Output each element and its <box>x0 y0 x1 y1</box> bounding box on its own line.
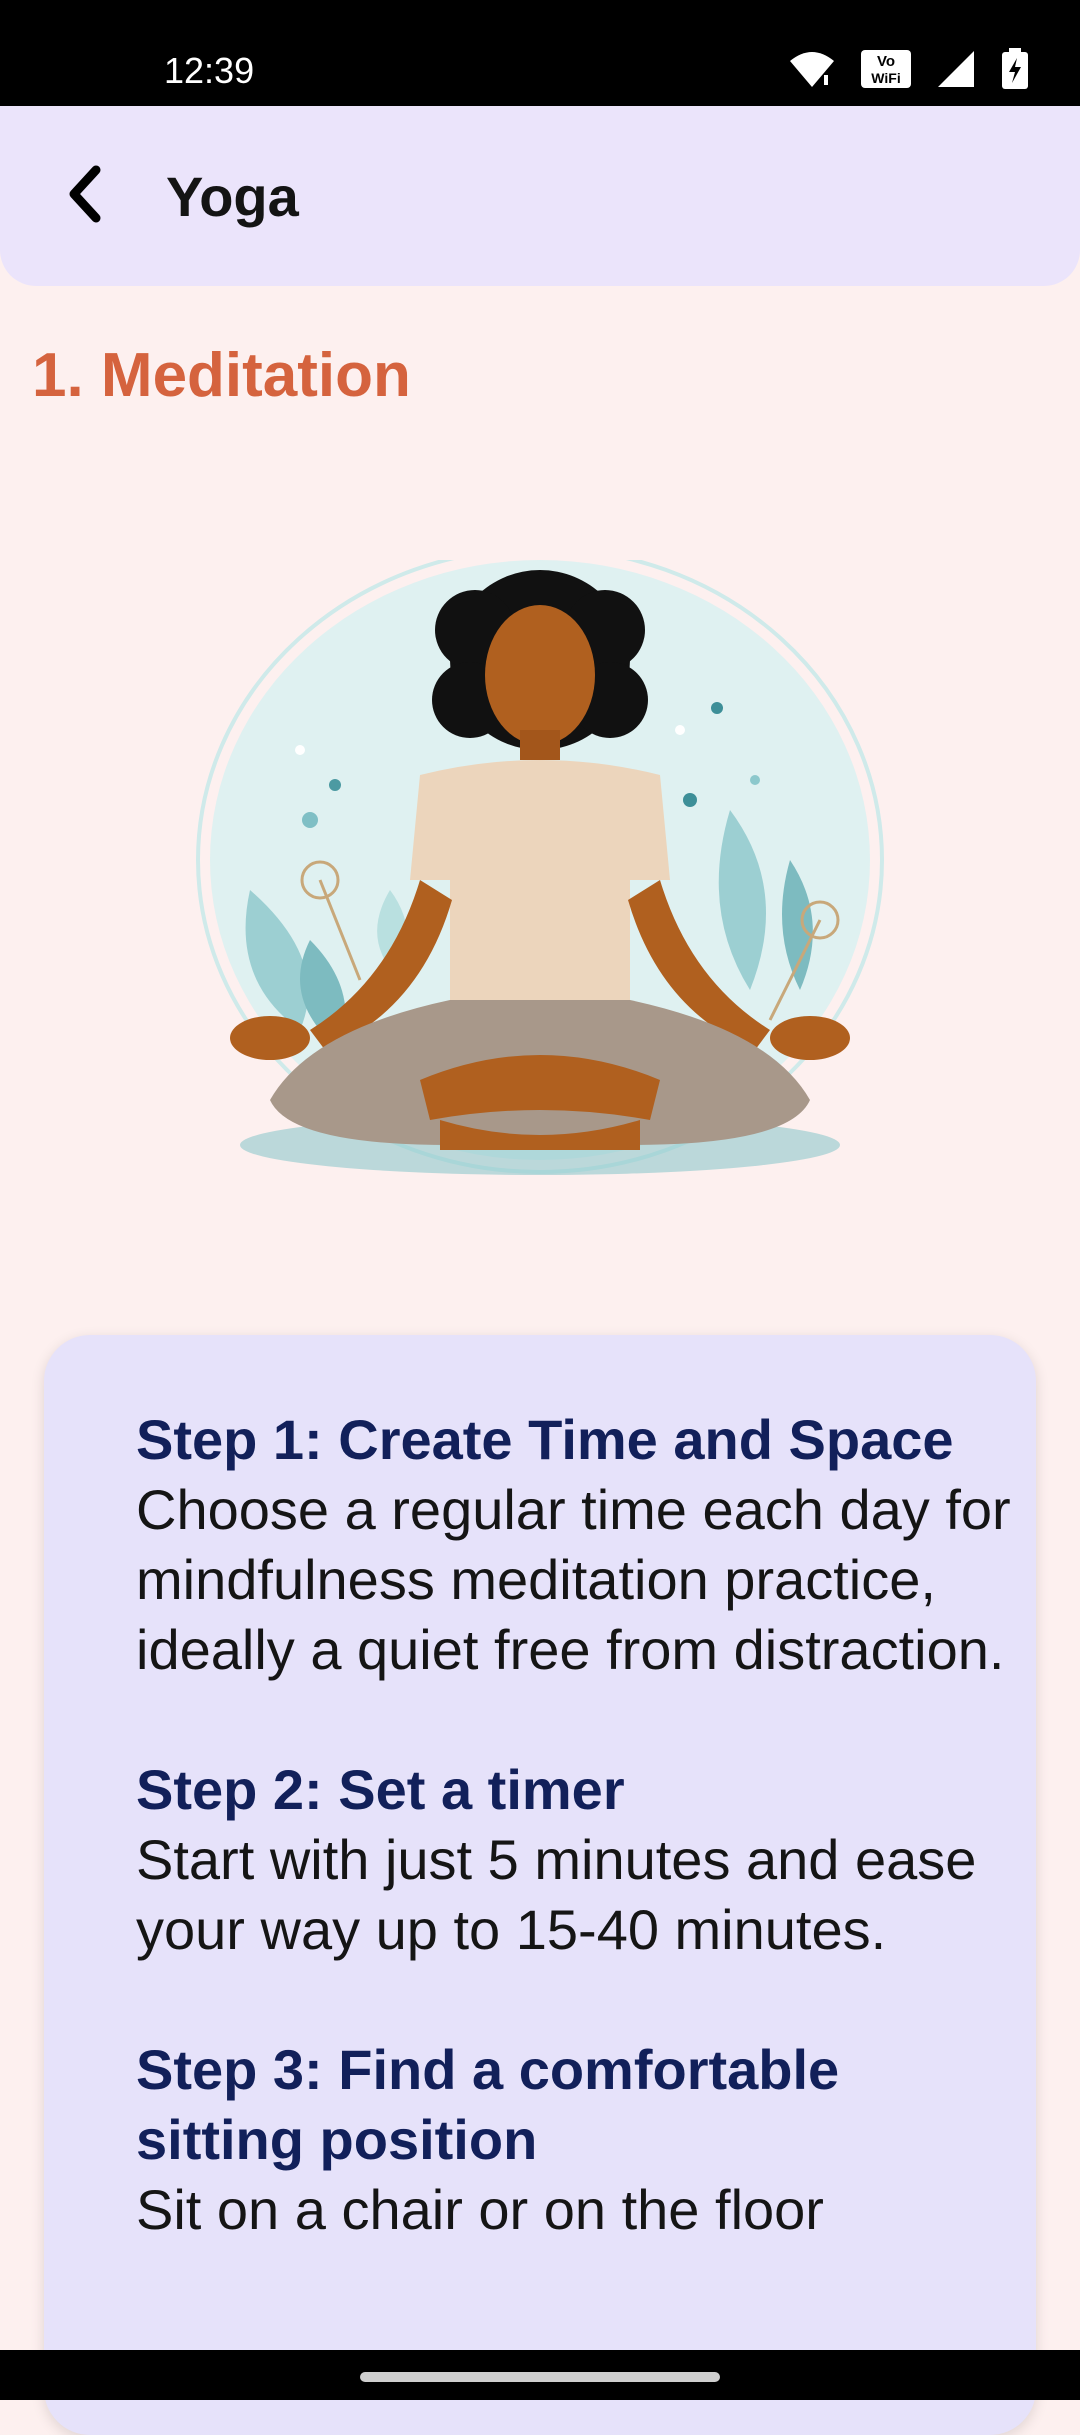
status-bar: 12:39 Vo WiFi <box>0 0 1080 106</box>
vowifi-top-text: Vo <box>877 53 895 70</box>
meditation-illustration <box>190 546 890 1200</box>
step-title: Step 1: Create Time and Space <box>136 1408 954 1471</box>
section-title: 1. Meditation <box>32 341 411 410</box>
step-body: Choose a regular time each day for mindf… <box>136 1478 1011 1681</box>
back-button[interactable] <box>46 156 122 232</box>
status-icons: Vo WiFi <box>788 48 1030 90</box>
app-bar: Yoga <box>0 106 1080 286</box>
app-title: Yoga <box>166 165 299 228</box>
step-title: Step 3: Find a comfortable sitting posit… <box>136 2038 840 2171</box>
step-2: Step 2: Set a timer Start with just 5 mi… <box>136 1755 1016 1965</box>
navigation-bar <box>0 2350 1080 2400</box>
step-1: Step 1: Create Time and Space Choose a r… <box>136 1405 1016 1685</box>
steps-card: Step 1: Create Time and Space Choose a r… <box>44 1335 1036 2435</box>
wifi-icon <box>788 49 836 89</box>
home-gesture-handle[interactable] <box>360 2372 720 2382</box>
status-time: 12:39 <box>164 50 255 91</box>
steps-list: Step 1: Create Time and Space Choose a r… <box>136 1405 1016 2315</box>
vowifi-bottom-text: WiFi <box>871 70 900 86</box>
step-title: Step 2: Set a timer <box>136 1758 625 1821</box>
step-body: Start with just 5 minutes and ease your … <box>136 1828 977 1961</box>
battery-charging-icon <box>1000 48 1030 90</box>
vowifi-icon: Vo WiFi <box>860 49 912 89</box>
signal-icon <box>936 49 976 89</box>
chevron-left-icon <box>69 165 101 223</box>
step-body: Sit on a chair or on the floor <box>136 2178 824 2241</box>
step-3: Step 3: Find a comfortable sitting posit… <box>136 2035 1016 2245</box>
